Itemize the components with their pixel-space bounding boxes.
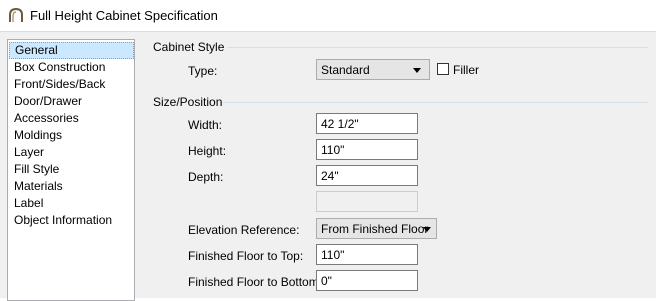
width-label: Width: <box>188 118 223 132</box>
nav-item-door-drawer[interactable]: Door/Drawer <box>9 93 134 110</box>
nav-item-moldings[interactable]: Moldings <box>9 127 134 144</box>
depth-input[interactable]: 24" <box>316 165 418 186</box>
depth-label: Depth: <box>188 170 224 184</box>
nav-item-fill-style[interactable]: Fill Style <box>9 161 134 178</box>
type-label: Type: <box>188 64 218 78</box>
chevron-down-icon <box>423 227 431 232</box>
filler-label: Filler <box>453 63 479 77</box>
floor-to-top-input[interactable]: 110" <box>316 244 418 265</box>
floor-to-bottom-label: Finished Floor to Bottom: <box>188 275 323 289</box>
nav-item-label[interactable]: Label <box>9 195 134 212</box>
category-list[interactable]: General Box Construction Front/Sides/Bac… <box>7 39 135 301</box>
nav-item-materials[interactable]: Materials <box>9 178 134 195</box>
elevation-reference-label: Elevation Reference: <box>188 223 300 237</box>
height-input[interactable]: 110" <box>316 139 418 160</box>
cabinet-arch-icon <box>9 7 23 22</box>
cabinet-style-heading: Cabinet Style <box>153 40 225 54</box>
type-dropdown-value: Standard <box>321 63 370 77</box>
nav-item-object-information[interactable]: Object Information <box>9 212 134 229</box>
width-input[interactable]: 42 1/2" <box>316 113 418 134</box>
dialog-body: General Box Construction Front/Sides/Bac… <box>0 32 656 301</box>
disabled-input <box>316 191 418 212</box>
nav-item-layer[interactable]: Layer <box>9 144 134 161</box>
title-bar: Full Height Cabinet Specification <box>0 0 656 32</box>
floor-to-top-label: Finished Floor to Top: <box>188 249 304 263</box>
nav-item-accessories[interactable]: Accessories <box>9 110 134 127</box>
size-position-heading: Size/Position <box>153 95 223 109</box>
nav-item-general[interactable]: General <box>9 42 134 59</box>
elevation-reference-value: From Finished Floor <box>321 222 429 236</box>
chevron-down-icon <box>413 68 421 73</box>
type-dropdown[interactable]: Standard <box>316 59 430 80</box>
size-position-divider <box>223 102 648 103</box>
height-label: Height: <box>188 144 227 158</box>
nav-item-front-sides-back[interactable]: Front/Sides/Back <box>9 76 134 93</box>
filler-checkbox[interactable] <box>437 63 449 75</box>
window-title: Full Height Cabinet Specification <box>30 8 218 23</box>
elevation-reference-dropdown[interactable]: From Finished Floor <box>316 218 437 239</box>
floor-to-bottom-input[interactable]: 0" <box>316 270 418 291</box>
nav-item-box-construction[interactable]: Box Construction <box>9 59 134 76</box>
cabinet-style-divider <box>228 47 648 48</box>
